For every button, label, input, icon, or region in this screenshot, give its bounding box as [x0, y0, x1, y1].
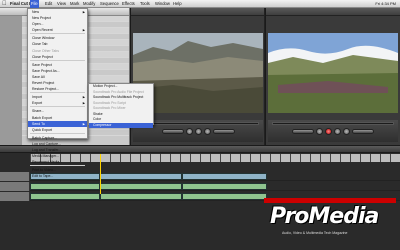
canvas-scrubber[interactable]	[272, 122, 394, 125]
menu-help[interactable]: Help	[172, 0, 183, 8]
submenu-arrow-icon: ▶	[82, 28, 85, 33]
timeline-clip[interactable]	[100, 193, 182, 200]
canvas-record-button[interactable]	[325, 128, 332, 135]
menu-file[interactable]: File	[30, 0, 39, 8]
audio-track	[0, 182, 400, 191]
viewer-shuttle[interactable]	[161, 129, 184, 134]
menu-item-restore-project[interactable]: Restore Project...	[28, 86, 87, 92]
promedia-logo: ProMedia	[270, 204, 379, 229]
viewer-prev-button[interactable]	[185, 128, 193, 135]
timeline-clip[interactable]	[100, 183, 182, 190]
timeline-clip[interactable]	[30, 193, 100, 200]
menu-window[interactable]: Window	[154, 0, 171, 8]
canvas-transport	[268, 120, 398, 142]
menu-effects[interactable]: Effects	[121, 0, 136, 8]
menu-item-reconnect-media[interactable]: Reconnect Media...	[28, 159, 87, 165]
menu-item-export[interactable]: Export ▶	[28, 100, 87, 106]
viewer-header	[131, 8, 264, 16]
menu-view[interactable]: View	[56, 0, 67, 8]
browser-sidebar	[0, 16, 22, 145]
menu-item-open-recent[interactable]: Open Recent ▶	[28, 27, 87, 33]
promedia-tagline: Audio, Video & Multimedia Tech Magazine	[282, 231, 348, 235]
timeline-clip[interactable]	[30, 183, 100, 190]
menu-clock: Fri 4:34 PM	[375, 1, 396, 6]
timeline-clip[interactable]	[100, 173, 182, 180]
track-controls[interactable]	[0, 182, 30, 191]
menu-item-close-project[interactable]: Close Project	[28, 54, 87, 60]
canvas-panel	[266, 8, 400, 145]
submenu-item-compressor[interactable]: Compressor	[89, 122, 153, 128]
menu-item-edit-to-tape[interactable]: Edit to Tape...	[28, 173, 87, 179]
menu-edit[interactable]: Edit	[44, 0, 53, 8]
timeline-clip[interactable]	[182, 193, 267, 200]
timeline-clip[interactable]	[182, 173, 267, 180]
canvas-shuttle[interactable]	[292, 129, 314, 134]
viewer-scrubber[interactable]	[137, 122, 259, 125]
apple-icon[interactable]: 	[2, 0, 7, 8]
timeline-clip[interactable]	[182, 183, 267, 190]
viewer-play-button[interactable]	[194, 128, 202, 135]
viewer-jog[interactable]	[212, 129, 235, 134]
watermark-red-strip	[264, 198, 396, 203]
menu-item-quick-export[interactable]: Quick Export	[28, 127, 87, 133]
canvas-header	[266, 8, 400, 16]
menu-sequence[interactable]: Sequence	[99, 0, 120, 8]
canvas-video-frame[interactable]	[268, 33, 398, 113]
playhead[interactable]	[100, 154, 101, 194]
canvas-prev-button[interactable]	[316, 128, 323, 135]
track-controls[interactable]	[0, 192, 30, 201]
send-to-submenu: Motion Project... Soundtrack Pro Audio F…	[88, 83, 154, 128]
canvas-next-button[interactable]	[343, 128, 350, 135]
menu-mark[interactable]: Mark	[69, 0, 80, 8]
submenu-arrow-icon: ▶	[82, 101, 85, 106]
menu-tools[interactable]: Tools	[139, 0, 151, 8]
promedia-watermark: ProMedia Audio, Video & Multimedia Tech …	[264, 198, 396, 243]
file-menu: New ▶ New Project Open... Open Recent ▶ Cl…	[27, 8, 88, 178]
canvas-play-button[interactable]	[334, 128, 341, 135]
track-controls[interactable]	[0, 172, 30, 181]
canvas-jog[interactable]	[352, 129, 374, 134]
viewer-next-button[interactable]	[203, 128, 211, 135]
menu-modify[interactable]: Modify	[82, 0, 96, 8]
menu-bar:  Final Cut Pro File Edit View Mark Modi…	[0, 0, 400, 8]
